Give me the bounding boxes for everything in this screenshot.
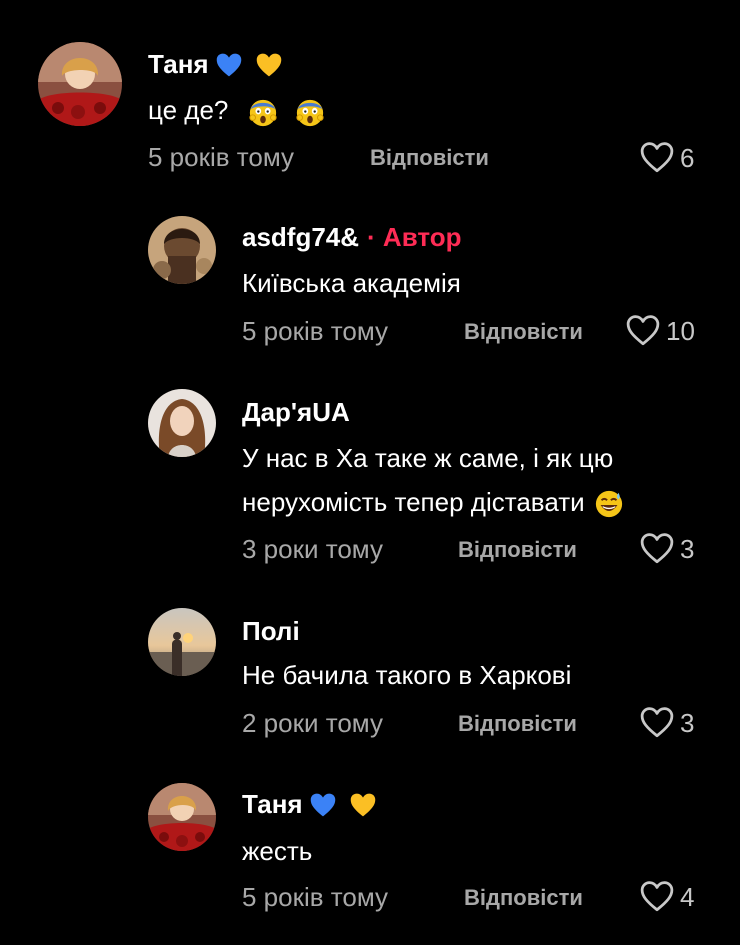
blue-heart-icon	[309, 791, 337, 819]
comment-username[interactable]: Таня	[242, 789, 377, 820]
username-text[interactable]: Таня	[242, 789, 303, 820]
like-button[interactable]: 4	[640, 880, 694, 914]
comment-timestamp: 5 років тому	[242, 882, 389, 912]
like-count: 4	[680, 881, 695, 912]
yellow-heart-icon	[349, 791, 377, 819]
comment-text-content: жесть	[242, 836, 313, 866]
comment-text: жесть	[242, 830, 312, 872]
heart-icon	[640, 880, 674, 914]
reply-button[interactable]: Відповісти	[464, 885, 583, 911]
avatar[interactable]	[148, 783, 216, 851]
reply-item: Таня жесть 5 років тому Відповісти 4	[0, 0, 740, 945]
